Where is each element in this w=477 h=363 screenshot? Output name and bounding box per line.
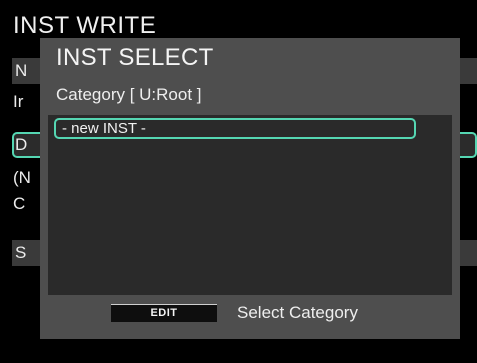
inst-list[interactable]: - new INST - [48,115,452,295]
screen-title: INST WRITE [13,12,157,39]
background-row-label: S [15,243,27,262]
category-label: Category [ U:Root ] [56,85,202,104]
background-row-label: D [15,135,28,154]
select-category-label: Select Category [237,303,358,322]
dialog-title: INST SELECT [56,44,214,71]
edit-button[interactable]: EDIT [111,304,217,322]
background-row-label: N [15,61,28,80]
background-text: Ir [13,92,24,111]
background-text: C [13,194,26,213]
list-item-new-inst[interactable]: - new INST - [54,118,416,139]
inst-select-dialog: INST SELECT Category [ U:Root ] - new IN… [40,38,460,339]
dialog-footer: EDIT Select Category [40,295,460,339]
background-text: (N [13,168,31,187]
